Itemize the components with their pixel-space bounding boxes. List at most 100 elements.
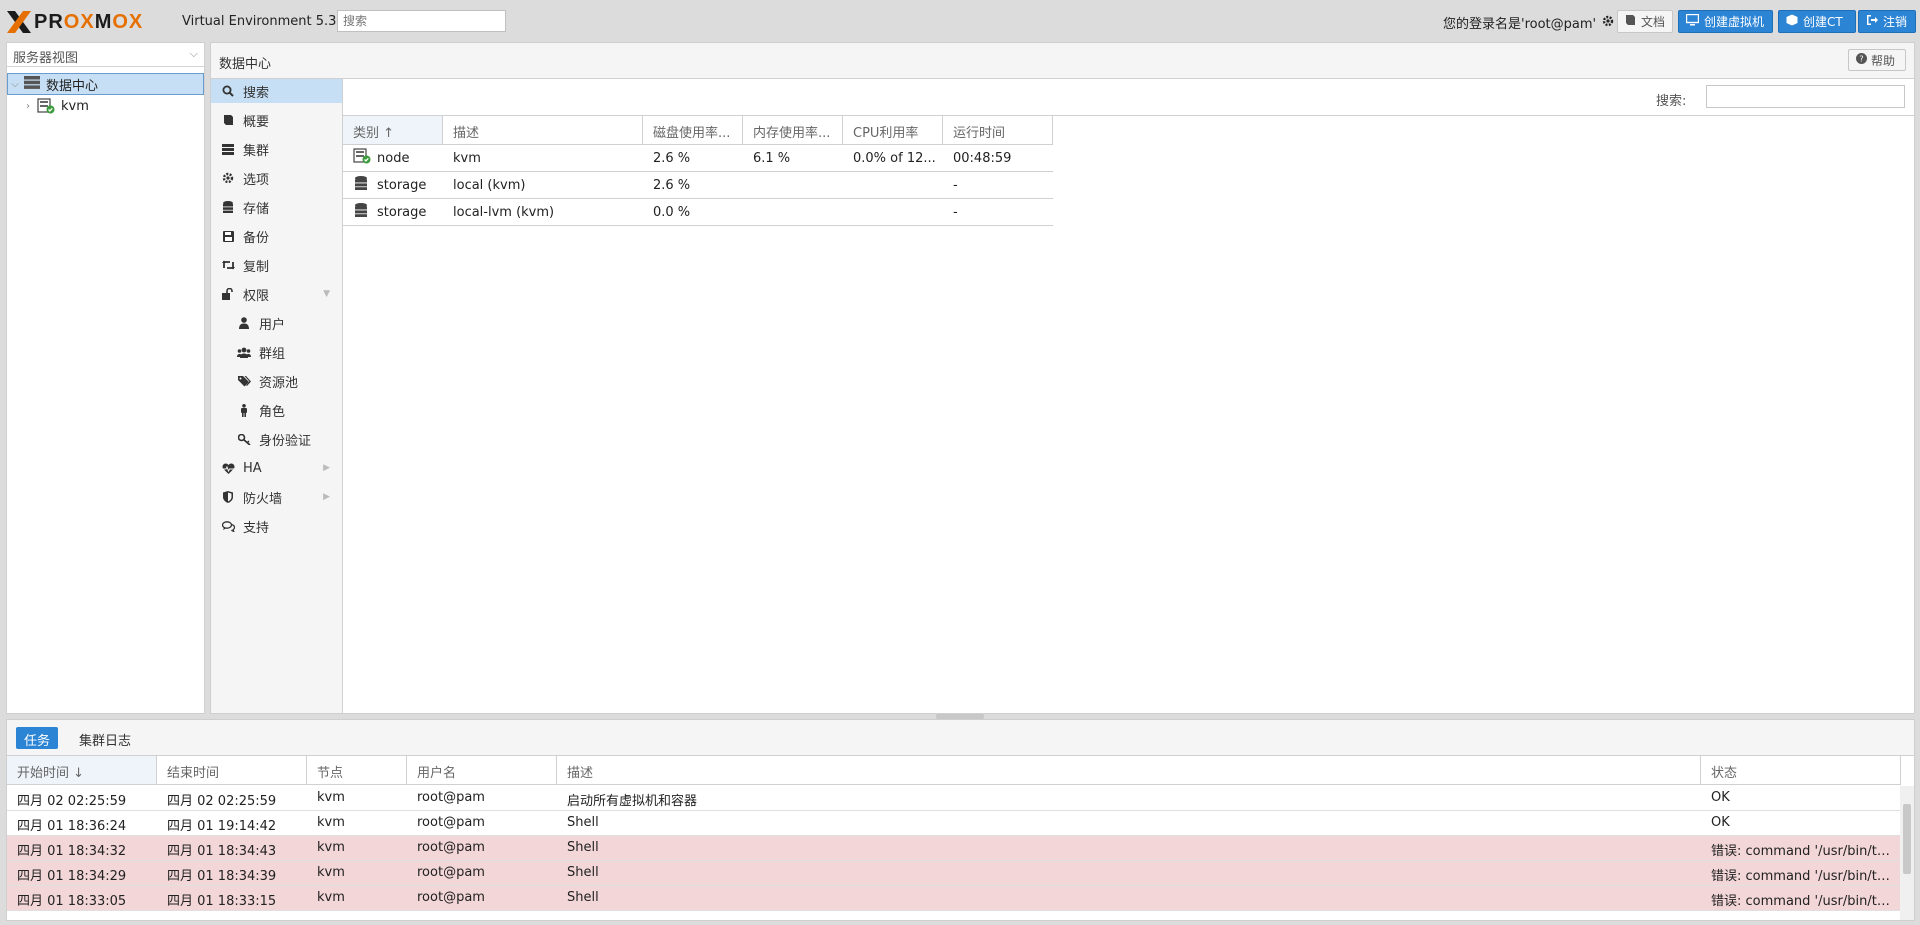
- nav-item-cluster[interactable]: 集群: [211, 137, 342, 161]
- tab-cluster-log[interactable]: 集群日志: [71, 727, 139, 749]
- task-row-error[interactable]: 四月 01 18:33:05 四月 01 18:33:15 kvm root@p…: [7, 886, 1900, 911]
- nav-item-label: 选项: [243, 172, 270, 188]
- nav-item-label: 复制: [243, 259, 270, 275]
- task-list-scrollbar[interactable]: [1900, 786, 1914, 920]
- cell-end: 四月 01 18:33:15: [167, 894, 277, 909]
- table-row[interactable]: storage local (kvm) 2.6 % -: [343, 172, 1053, 199]
- male-icon: [237, 403, 251, 417]
- column-header-disk-usage[interactable]: 磁盘使用率...: [643, 116, 743, 144]
- server-icon: [221, 142, 235, 156]
- logout-button[interactable]: 注销: [1858, 10, 1916, 33]
- nav-item-label: 搜索: [243, 85, 270, 101]
- gear-icon[interactable]: [1602, 15, 1614, 31]
- tree-item-label: 数据中心: [46, 78, 99, 94]
- cell-node: kvm: [317, 865, 345, 880]
- column-header-end-time[interactable]: 结束时间: [157, 756, 307, 784]
- create-vm-button[interactable]: 创建虚拟机: [1678, 10, 1773, 33]
- cell-memory: [743, 172, 843, 198]
- create-ct-button[interactable]: 创建CT: [1778, 10, 1856, 33]
- tab-tasks[interactable]: 任务: [16, 727, 59, 749]
- cell-end: 四月 01 18:34:43: [167, 844, 277, 859]
- collapse-icon[interactable]: ⌵: [8, 79, 22, 90]
- nav-item-label: 群组: [259, 346, 286, 362]
- column-header-status[interactable]: 状态: [1701, 756, 1901, 784]
- nav-item-support[interactable]: 支持: [211, 514, 342, 538]
- cell-description: Shell: [567, 890, 599, 905]
- cell-user: root@pam: [417, 890, 485, 905]
- cell-uptime: -: [953, 204, 958, 220]
- docs-button[interactable]: 文档: [1617, 10, 1673, 33]
- cell-node: kvm: [317, 840, 345, 855]
- cell-memory: 6.1 %: [753, 150, 791, 166]
- nav-item-firewall[interactable]: 防火墙 ▶: [211, 485, 342, 509]
- datacenter-icon: [24, 75, 40, 93]
- nav-item-storage[interactable]: 存储: [211, 195, 342, 219]
- resource-search-input[interactable]: [1706, 85, 1905, 108]
- nav-item-backup[interactable]: 备份: [211, 224, 342, 248]
- question-circle-icon: ?: [1856, 53, 1867, 67]
- column-header-description[interactable]: 描述: [557, 756, 1701, 784]
- nav-item-pools[interactable]: 资源池: [211, 369, 342, 393]
- help-button[interactable]: ? 帮助: [1848, 49, 1906, 71]
- tags-icon: [237, 374, 251, 388]
- cell-description: Shell: [567, 865, 599, 880]
- cell-description: Shell: [567, 815, 599, 830]
- nav-item-permissions[interactable]: 权限 ▼: [211, 282, 342, 306]
- task-row[interactable]: 四月 01 18:36:24 四月 01 19:14:42 kvm root@p…: [7, 811, 1900, 836]
- nav-item-ha[interactable]: HA ▶: [211, 456, 342, 480]
- database-icon: [221, 200, 235, 214]
- cell-cpu: 0.0% of 12...: [853, 150, 936, 166]
- nav-item-options[interactable]: 选项: [211, 166, 342, 190]
- task-row-error[interactable]: 四月 01 18:34:32 四月 01 18:34:43 kvm root@p…: [7, 836, 1900, 861]
- floppy-icon: [221, 229, 235, 243]
- scrollbar-thumb[interactable]: [1903, 804, 1911, 874]
- nav-item-authentication[interactable]: 身份验证: [211, 427, 342, 451]
- nav-item-users[interactable]: 用户: [211, 311, 342, 335]
- cell-type-text: storage: [377, 177, 427, 193]
- cell-status: 错误: command '/usr/bin/ter...: [1711, 894, 1900, 909]
- top-bar: PROXMOX Virtual Environment 5.3-8 您的登录名是…: [0, 0, 1920, 42]
- column-header-description[interactable]: 描述: [443, 116, 643, 144]
- expand-icon[interactable]: ›: [21, 101, 35, 112]
- docs-label: 文档: [1641, 15, 1666, 29]
- nav-item-replication[interactable]: 复制: [211, 253, 342, 277]
- column-header-cpu-usage[interactable]: CPU利用率: [843, 116, 943, 144]
- tree-item-node-kvm[interactable]: › kvm: [7, 95, 204, 117]
- tree-item-datacenter[interactable]: ⌵ 数据中心: [7, 73, 204, 95]
- nav-item-roles[interactable]: 角色: [211, 398, 342, 422]
- search-label: 搜索:: [1656, 94, 1687, 109]
- nav-item-label: 支持: [243, 520, 270, 536]
- table-row[interactable]: storage local-lvm (kvm) 0.0 % -: [343, 199, 1053, 226]
- nav-item-search[interactable]: 搜索: [211, 79, 342, 103]
- version-label: Virtual Environment 5.3-8: [182, 14, 350, 29]
- column-header-user[interactable]: 用户名: [407, 756, 557, 784]
- column-header-uptime[interactable]: 运行时间: [943, 116, 1053, 144]
- grid-header-row: 类别 ↑ 描述 磁盘使用率... 内存使用率... CPU利用率 运行时间: [343, 116, 1053, 145]
- caret-right-icon: ▶: [323, 492, 330, 502]
- table-row[interactable]: node kvm 2.6 % 6.1 % 0.0% of 12... 00:48…: [343, 145, 1053, 172]
- task-row[interactable]: 四月 02 02:25:59 四月 02 02:25:59 kvm root@p…: [7, 786, 1900, 811]
- cell-description: Shell: [567, 840, 599, 855]
- svg-text:?: ?: [1859, 55, 1863, 64]
- column-header-type[interactable]: 类别 ↑: [343, 116, 443, 144]
- column-header-node[interactable]: 节点: [307, 756, 407, 784]
- task-row-error[interactable]: 四月 01 18:34:29 四月 01 18:34:39 kvm root@p…: [7, 861, 1900, 886]
- cell-user: root@pam: [417, 815, 485, 830]
- task-table-header: 开始时间 ↓ 结束时间 节点 用户名 描述 状态: [7, 756, 1901, 785]
- view-selector[interactable]: 服务器视图 ⌵: [7, 43, 204, 67]
- caret-right-icon: ▶: [323, 463, 330, 473]
- global-search-input[interactable]: [337, 10, 506, 32]
- nav-item-label: HA: [243, 460, 262, 476]
- help-label: 帮助: [1871, 53, 1896, 68]
- column-header-memory-usage[interactable]: 内存使用率...: [743, 116, 843, 144]
- nav-item-groups[interactable]: 群组: [211, 340, 342, 364]
- nav-item-label: 身份验证: [259, 433, 312, 449]
- cell-status: 错误: command '/usr/bin/ter...: [1711, 869, 1900, 884]
- column-header-start-time[interactable]: 开始时间 ↓: [7, 756, 157, 784]
- nav-item-label: 集群: [243, 143, 270, 159]
- cell-type: storage: [343, 199, 443, 225]
- proxmox-logo[interactable]: PROXMOX: [6, 10, 143, 34]
- task-log-panel: 任务 集群日志 开始时间 ↓ 结束时间 节点 用户名 描述 状态 四月 02 0…: [6, 719, 1915, 921]
- nav-item-summary[interactable]: 概要: [211, 108, 342, 132]
- cell-status: 错误: command '/usr/bin/ter...: [1711, 844, 1900, 859]
